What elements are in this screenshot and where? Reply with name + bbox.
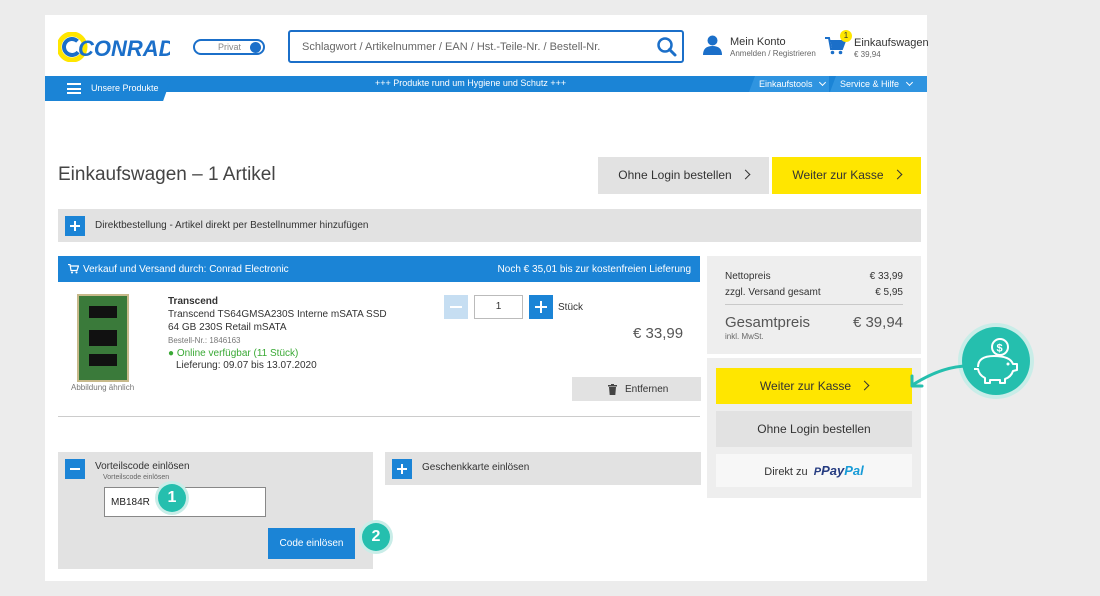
summary-checkout-label: Weiter zur Kasse <box>759 379 852 393</box>
availability-status: ● Online verfügbar (11 Stück) <box>168 348 299 359</box>
promo-text[interactable]: +++ Produkte rund um Hygiene und Schutz … <box>375 78 566 88</box>
paypal-button[interactable]: Direkt zu PPayPal <box>716 454 912 487</box>
piggy-bank-badge: $ <box>962 327 1030 395</box>
brand-text: CONRAD <box>78 36 170 61</box>
search-placeholder: Schlagwort / Artikelnummer / EAN / Hst.-… <box>302 41 601 53</box>
trash-icon <box>608 384 617 395</box>
tools-menu-button[interactable]: Einkaufstools <box>749 76 829 92</box>
collapse-icon[interactable] <box>65 459 85 479</box>
shipping-row: zzgl. Versand gesamt € 5,95 <box>725 287 903 298</box>
arrow-icon <box>910 364 970 388</box>
paypal-pal: Pal <box>844 463 864 478</box>
products-menu-label: Unsere Produkte <box>91 83 159 93</box>
quantity-increase-button[interactable] <box>529 295 553 319</box>
account-subtitle: Anmelden / Registrieren <box>730 49 816 58</box>
chevron-right-icon <box>859 380 870 391</box>
chip-shape <box>89 354 117 366</box>
tools-menu-label: Einkaufstools <box>759 79 813 89</box>
quantity-input[interactable]: 1 <box>474 295 523 319</box>
search-input[interactable]: Schlagwort / Artikelnummer / EAN / Hst.-… <box>288 30 684 63</box>
summary-order-without-login-button[interactable]: Ohne Login bestellen <box>716 411 912 447</box>
products-menu-button[interactable]: Unsere Produkte <box>45 76 172 101</box>
voucher-title: Vorteilscode einlösen <box>95 461 190 472</box>
redeem-code-button[interactable]: Code einlösen <box>268 528 355 559</box>
piggy-bank-icon: $ <box>974 338 1018 384</box>
cart-link[interactable]: 1 Einkaufswagen € 39,94 <box>825 30 929 63</box>
chevron-right-icon <box>892 169 903 180</box>
shipping-label: zzgl. Versand gesamt <box>725 287 821 298</box>
svg-text:$: $ <box>997 343 1003 355</box>
summary-checkout-button[interactable]: Weiter zur Kasse <box>716 368 912 404</box>
step-marker-2: 2 <box>362 523 390 551</box>
paypal-icon: P <box>813 466 822 478</box>
summary-divider <box>725 304 903 305</box>
chevron-right-icon <box>740 169 751 180</box>
image-caption: Abbildung ähnlich <box>71 383 135 392</box>
product-price: € 33,99 <box>633 325 684 342</box>
gift-card-title: Geschenkkarte einlösen <box>422 462 530 473</box>
service-menu-label: Service & Hilfe <box>840 79 900 89</box>
private-toggle[interactable]: Privat <box>193 39 265 55</box>
price-summary: Nettopreis € 33,99 zzgl. Versand gesamt … <box>707 256 921 354</box>
paypal-pay: Pay <box>821 463 845 478</box>
total-row: Gesamtpreis € 39,94 <box>725 314 903 331</box>
summary-order-without-login-label: Ohne Login bestellen <box>757 422 871 436</box>
plus-icon[interactable] <box>392 459 412 479</box>
chip-shape <box>89 330 117 346</box>
account-link[interactable]: Mein Konto Anmelden / Registrieren <box>701 34 821 64</box>
plus-icon[interactable] <box>65 216 85 236</box>
free-shipping-info: Noch € 35,01 bis zur kostenfreien Liefer… <box>497 264 691 275</box>
order-without-login-label: Ohne Login bestellen <box>618 168 732 182</box>
voucher-panel: Vorteilscode einlösen Vorteilscode einlö… <box>58 452 373 569</box>
quantity-decrease-button[interactable] <box>444 295 468 319</box>
vat-note: inkl. MwSt. <box>725 332 764 341</box>
checkout-options: Weiter zur Kasse Ohne Login bestellen Di… <box>707 358 921 498</box>
remove-button[interactable]: Entfernen <box>572 377 701 401</box>
order-number: Bestell-Nr.: 1846163 <box>168 336 241 345</box>
checkout-label: Weiter zur Kasse <box>792 168 884 182</box>
account-title: Mein Konto <box>730 36 786 48</box>
net-price-value: € 33,99 <box>869 271 903 282</box>
divider <box>58 416 700 417</box>
chip-shape <box>89 306 117 318</box>
chevron-down-icon <box>819 78 827 87</box>
quantity-unit: Stück <box>558 302 584 313</box>
order-without-login-button[interactable]: Ohne Login bestellen <box>598 157 769 194</box>
toggle-knob <box>250 42 261 53</box>
search-icon[interactable] <box>656 36 678 58</box>
total-label: Gesamtpreis <box>725 314 811 331</box>
seller-bar: Verkauf und Versand durch: Conrad Electr… <box>58 256 700 282</box>
page-title: Einkaufswagen – 1 Artikel <box>58 164 276 185</box>
cart-icon <box>68 264 79 274</box>
conrad-logo[interactable]: CONRAD <box>58 32 170 62</box>
direct-order-bar[interactable]: Direktbestellung - Artikel direkt per Be… <box>58 209 921 242</box>
seller-info: Verkauf und Versand durch: Conrad Electr… <box>83 264 289 275</box>
step-marker-1: 1 <box>158 484 186 512</box>
toggle-label: Privat <box>218 42 242 52</box>
paypal-prefix: Direkt zu <box>764 466 808 478</box>
total-value: € 39,94 <box>852 314 903 331</box>
cart-title: Einkaufswagen <box>854 37 929 49</box>
net-price-label: Nettopreis <box>725 271 771 282</box>
gift-card-panel[interactable]: Geschenkkarte einlösen <box>385 452 701 485</box>
cart-amount: € 39,94 <box>854 50 881 59</box>
voucher-field-label: Vorteilscode einlösen <box>103 474 170 481</box>
hamburger-icon <box>67 83 81 94</box>
chevron-down-icon <box>905 78 913 87</box>
direct-order-label: Direktbestellung - Artikel direkt per Be… <box>95 220 369 231</box>
product-name[interactable]: Transcend TS64GMSA230S Interne mSATA SSD… <box>168 308 398 334</box>
net-price-row: Nettopreis € 33,99 <box>725 271 903 282</box>
remove-label: Entfernen <box>625 384 669 395</box>
service-menu-button[interactable]: Service & Hilfe <box>830 76 927 92</box>
cart-count-badge: 1 <box>840 30 852 42</box>
product-image[interactable] <box>77 294 129 382</box>
checkout-button[interactable]: Weiter zur Kasse <box>772 157 921 194</box>
product-brand: Transcend <box>168 296 219 307</box>
shipping-value: € 5,95 <box>875 287 903 298</box>
delivery-date: Lieferung: 09.07 bis 13.07.2020 <box>176 360 317 371</box>
user-icon <box>703 35 722 55</box>
